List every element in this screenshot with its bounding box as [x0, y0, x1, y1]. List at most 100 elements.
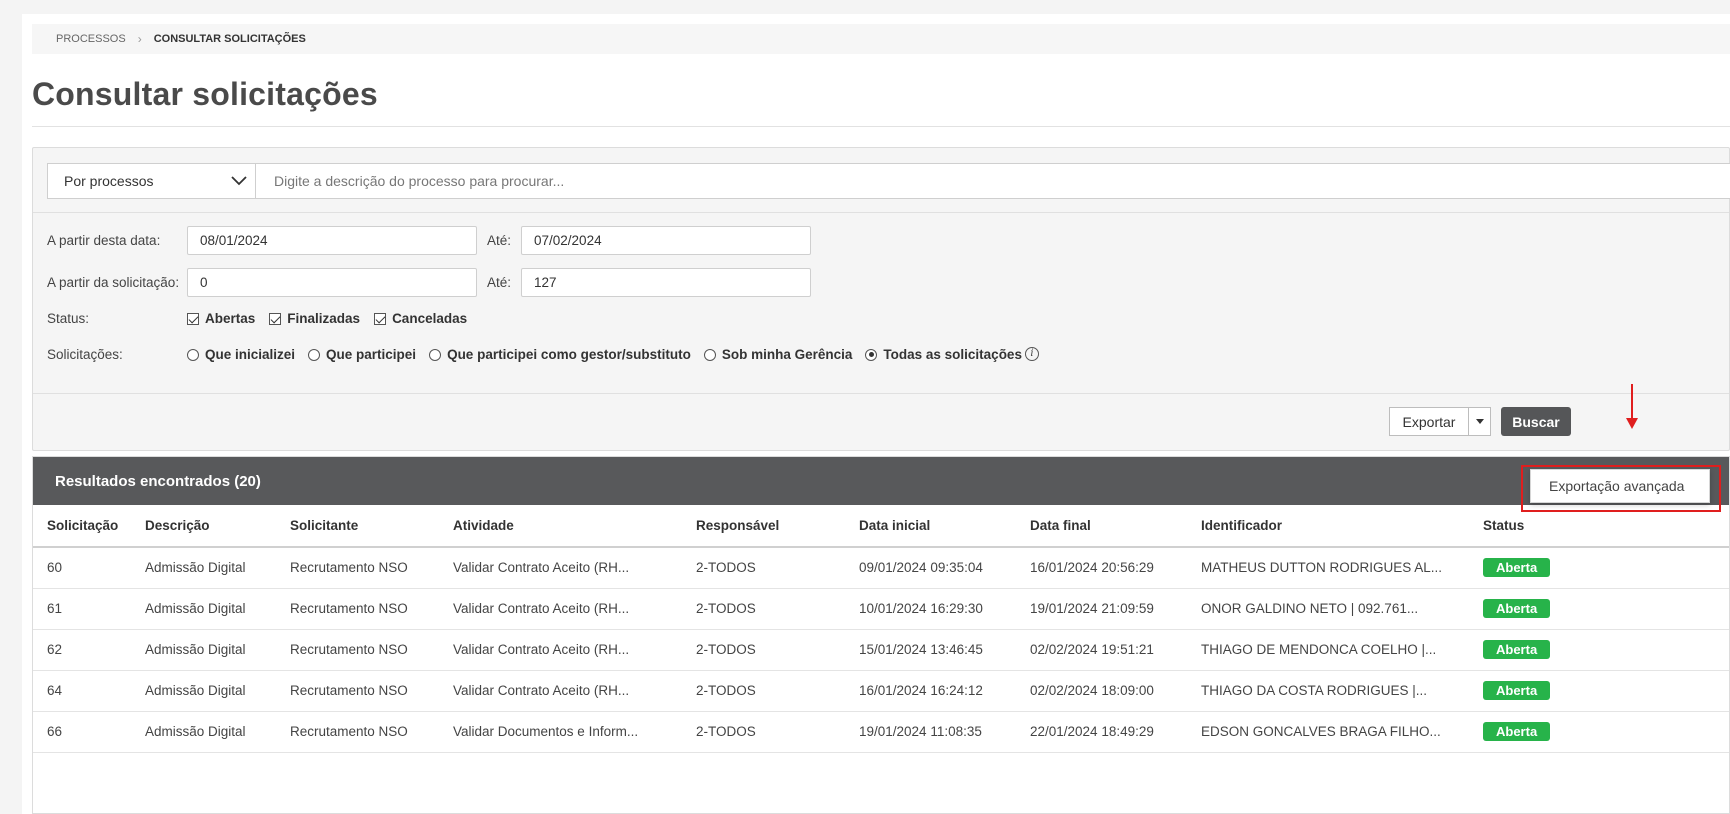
status-badge: Aberta [1483, 640, 1551, 659]
cell-status: Aberta [1469, 711, 1729, 753]
date-to-label: Até: [487, 233, 512, 248]
status-label: Status: [47, 311, 90, 326]
checkbox-label: Finalizadas [287, 311, 361, 326]
column-header-data-final[interactable]: Data final [1016, 505, 1187, 548]
cell-solicitante: Recrutamento NSO [276, 711, 439, 753]
breadcrumb-processos-link[interactable]: PROCESSOS [56, 33, 126, 45]
table-row[interactable]: 66 Admissão Digital Recrutamento NSO Valida… [33, 711, 1729, 753]
cell-status: Aberta [1469, 588, 1729, 630]
radio-icon [429, 348, 442, 361]
table-row[interactable]: 60 Admissão Digital Recrutamento NSO Valida… [33, 547, 1729, 589]
date-to-input[interactable] [521, 226, 812, 255]
request-to-label: Até: [487, 275, 512, 290]
caret-down-icon [1475, 419, 1484, 424]
search-bar: Por processos [47, 163, 1730, 199]
radio-que-participei[interactable]: Que participei [308, 347, 416, 362]
cell-status: Aberta [1469, 670, 1729, 712]
status-checkbox-finalizadas[interactable]: Finalizadas [269, 311, 360, 326]
results-table: Solicitação Descrição Solicitante Atividade… [33, 505, 1729, 753]
breadcrumb-current: CONSULTAR SOLICITAÇÕES [153, 33, 306, 45]
cell-responsavel: 2-TODOS [682, 711, 845, 753]
date-from-label: A partir desta data: [47, 233, 161, 248]
cell-responsavel: 2-TODOS [682, 670, 845, 712]
date-from-input[interactable] [187, 226, 477, 255]
process-search-input[interactable] [256, 164, 1730, 198]
requests-row: Solicitações: Que inicializei Que partic… [47, 346, 1039, 362]
divider [33, 212, 1729, 213]
cell-solicitacao: 62 [33, 629, 131, 671]
column-header-status[interactable]: Status [1469, 505, 1729, 548]
radio-todas-solicitacoes[interactable]: Todas as solicitações [865, 347, 1022, 362]
request-from-input[interactable] [187, 268, 477, 297]
table-row[interactable]: 61 Admissão Digital Recrutamento NSO Valida… [33, 588, 1729, 630]
column-header-solicitante[interactable]: Solicitante [276, 505, 439, 548]
cell-atividade: Validar Contrato Aceito (RH... [439, 588, 682, 630]
status-checkbox-abertas[interactable]: Abertas [187, 311, 255, 326]
column-header-solicitacao[interactable]: Solicitação [33, 505, 131, 548]
cell-descricao: Admissão Digital [131, 670, 276, 712]
page-container: PROCESSOS › CONSULTAR SOLICITAÇÕES Consu… [22, 14, 1730, 814]
radio-icon [308, 348, 321, 361]
radio-sob-minha-gerencia[interactable]: Sob minha Gerência [703, 347, 852, 362]
cell-solicitacao: 60 [33, 547, 131, 589]
cell-data-inicial: 09/01/2024 09:35:04 [845, 547, 1016, 589]
column-header-descricao[interactable]: Descrição [131, 505, 276, 548]
cell-identificador: MATHEUS DUTTON RODRIGUES AL... [1187, 547, 1469, 589]
status-badge: Aberta [1483, 681, 1551, 700]
status-badge: Aberta [1483, 558, 1551, 578]
cell-responsavel: 2-TODOS [682, 629, 845, 671]
cell-identificador: THIAGO DA COSTA RODRIGUES |... [1187, 670, 1469, 712]
cell-atividade: Validar Contrato Aceito (RH... [439, 629, 682, 671]
cell-data-final: 02/02/2024 19:51:21 [1016, 629, 1187, 671]
radio-que-inicializei[interactable]: Que inicializei [187, 347, 295, 362]
radio-gestor-substituto[interactable]: Que participei como gestor/substituto [429, 347, 691, 362]
cell-descricao: Admissão Digital [131, 711, 276, 753]
export-dropdown-toggle[interactable] [1469, 407, 1491, 436]
checkbox-label: Abertas [205, 311, 256, 326]
cell-atividade: Validar Documentos e Inform... [439, 711, 682, 753]
cell-solicitante: Recrutamento NSO [276, 629, 439, 671]
column-header-atividade[interactable]: Atividade [439, 505, 682, 548]
requests-label: Solicitações: [47, 347, 123, 362]
checkbox-checked-icon [269, 312, 282, 325]
request-to-input[interactable] [521, 268, 812, 297]
cell-solicitante: Recrutamento NSO [276, 588, 439, 630]
radio-label: Que participei como gestor/substituto [447, 347, 691, 362]
checkbox-label: Canceladas [392, 311, 468, 326]
info-icon[interactable]: i [1024, 346, 1039, 361]
export-button[interactable]: Exportar [1389, 407, 1469, 436]
radio-label: Todas as solicitações [883, 347, 1022, 362]
search-type-value: Por processos [64, 173, 154, 189]
date-range-row: A partir desta data: Até: [47, 226, 812, 255]
status-badge: Aberta [1483, 722, 1551, 741]
breadcrumb: PROCESSOS › CONSULTAR SOLICITAÇÕES [32, 24, 1730, 54]
column-header-responsavel[interactable]: Responsável [682, 505, 845, 548]
column-header-identificador[interactable]: Identificador [1187, 505, 1469, 548]
cell-atividade: Validar Contrato Aceito (RH... [439, 670, 682, 712]
table-row[interactable]: 64 Admissão Digital Recrutamento NSO Valida… [33, 670, 1729, 712]
column-header-data-inicial[interactable]: Data inicial [845, 505, 1016, 548]
cell-solicitacao: 61 [33, 588, 131, 630]
cell-status: Aberta [1469, 629, 1729, 671]
checkbox-checked-icon [374, 312, 387, 325]
radio-icon [703, 348, 716, 361]
request-from-label: A partir da solicitação: [47, 275, 180, 290]
search-button[interactable]: Buscar [1501, 407, 1571, 436]
cell-solicitante: Recrutamento NSO [276, 670, 439, 712]
status-checkbox-canceladas[interactable]: Canceladas [374, 311, 467, 326]
table-row[interactable]: 62 Admissão Digital Recrutamento NSO Valida… [33, 629, 1729, 671]
cell-solicitante: Recrutamento NSO [276, 547, 439, 589]
divider [32, 126, 1730, 127]
divider [33, 393, 1729, 394]
radio-icon [187, 348, 199, 361]
status-row: Status: Abertas Finalizadas Canceladas [47, 311, 481, 326]
cell-data-final: 02/02/2024 18:09:00 [1016, 670, 1187, 712]
cell-data-final: 22/01/2024 18:49:29 [1016, 711, 1187, 753]
chevron-down-icon [231, 176, 247, 186]
cell-atividade: Validar Contrato Aceito (RH... [439, 547, 682, 589]
chevron-right-icon: › [137, 32, 142, 46]
search-type-select[interactable]: Por processos [48, 164, 256, 198]
checkbox-checked-icon [187, 312, 199, 325]
cell-data-inicial: 19/01/2024 11:08:35 [845, 711, 1016, 753]
export-advanced-menu-item[interactable]: Exportação avançada [1530, 469, 1710, 503]
